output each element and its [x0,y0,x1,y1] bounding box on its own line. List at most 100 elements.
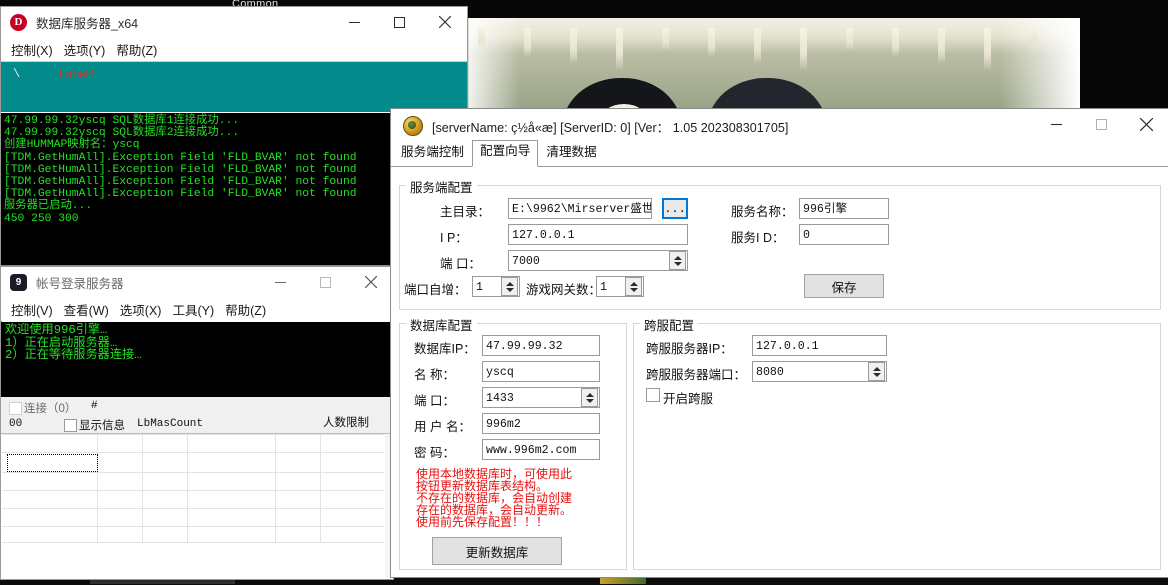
win3-window-controls[interactable] [1034,109,1168,139]
browse-button[interactable]: ... [662,198,688,219]
win1-banner-backslash: \ [13,67,21,81]
update-database-button[interactable]: 更新数据库 [432,537,562,565]
menu-help[interactable]: 帮助(Z) [116,38,168,61]
app-coin-icon [403,116,423,136]
limit-label: 人数限制 [323,417,369,429]
db-group-legend: 数据库配置 [406,315,477,334]
win2-title: 帐号登录服务器 [36,276,124,291]
wallpaper-drip [524,28,531,57]
tab-clean-data[interactable]: 清理数据 [538,141,605,166]
console-line: 2）正在等待服务器连接… [5,348,142,363]
close-icon[interactable] [422,7,467,37]
service-name-input[interactable]: 996引擎 [799,198,889,219]
cross-port-input[interactable]: 8080 [752,361,887,382]
wallpaper-drip [938,28,945,64]
port-label: 端 口： [440,257,481,271]
menu-control[interactable]: 控制(V) [11,298,64,321]
wallpaper-drip [800,28,807,71]
maximize-icon[interactable] [377,7,422,37]
db-password-input[interactable]: www.996m2.com [482,439,600,460]
menu-options[interactable]: 选项(X) [120,298,173,321]
menu-options[interactable]: 选项(Y) [64,38,117,61]
db-port-label: 端 口： [414,394,455,408]
login-server-icon: 9 [10,273,27,291]
win1-titlebar[interactable]: D 数据库服务器_x64 [1,7,467,37]
maximize-icon[interactable] [1079,109,1124,139]
db-name-input[interactable]: yscq [482,361,600,382]
close-icon[interactable] [1124,109,1168,139]
close-icon[interactable] [348,267,393,297]
win2-menubar[interactable]: 控制(V) 查看(W) 选项(X) 工具(Y) 帮助(Z) [1,297,393,321]
server-config-window[interactable]: [serverName: ç½å«æ] [ServerID: 0] [Ver： … [390,108,1168,578]
main-dir-input[interactable]: E:\9962\Mirserver盛世\ [508,198,652,219]
wallpaper-drip [754,28,761,64]
connection-table[interactable] [2,434,384,577]
win1-menubar[interactable]: 控制(X) 选项(Y) 帮助(Z) [1,37,467,61]
win2-console-output: 欢迎使用996引擎… 1）正在启动服务器… 2）正在等待服务器连接… [1,321,393,397]
database-config-group: 数据库配置 数据库IP： 47.99.99.32 名 称： yscq 端 口： … [399,315,627,570]
main-dir-label: 主目录： [440,205,491,219]
port-step-label: 端口自增： [404,283,467,297]
win3-titlebar[interactable]: [serverName: ç½å«æ] [ServerID: 0] [Ver： … [391,109,1168,144]
server-config-group: 服务端配置 主目录： E:\9962\Mirserver盛世\ ... I P：… [399,177,1161,310]
service-id-label: 服务I D： [731,231,785,245]
db-ip-label: 数据库IP： [414,342,476,356]
cross-port-label: 跨服服务器端口： [646,368,747,382]
connect-label: 连接（0） [24,403,77,415]
port-spinner[interactable] [669,251,686,270]
config-tabs[interactable]: 服务端控制 配置向导 清理数据 [391,140,1168,167]
db-user-label: 用 户 名： [414,420,471,434]
db-pwd-label: 密 码： [414,446,455,460]
wallpaper-drip [662,28,669,50]
minimize-icon[interactable] [332,7,377,37]
win2-window-controls[interactable] [258,267,393,297]
menu-view[interactable]: 查看(W) [64,298,120,321]
service-id-input[interactable]: 0 [799,224,889,245]
cross-port-spinner[interactable] [868,362,885,381]
gateway-spinner[interactable] [625,277,642,296]
save-button[interactable]: 保存 [804,274,884,298]
db-user-input[interactable]: 996m2 [482,413,600,434]
wallpaper-drip [478,28,485,50]
db-name-label: 名 称： [414,368,455,382]
db-port-spinner[interactable] [581,388,598,407]
table-selected-cell[interactable] [7,454,98,472]
wallpaper-drip [570,28,577,64]
menu-help[interactable]: 帮助(Z) [225,298,277,321]
gateway-label: 游戏网关数： [526,283,602,297]
win3-title: [serverName: ç½å«æ] [ServerID: 0] [Ver： … [432,120,789,135]
enable-cross-checkbox[interactable] [646,388,660,406]
win2-toolbar: 连接（0） # 人数限制 00 显示信息 LbMasCount [1,397,393,434]
port-input[interactable]: 7000 [508,250,688,271]
win2-titlebar[interactable]: 9 帐号登录服务器 [1,267,393,297]
connect-checkbox[interactable] [9,401,22,419]
service-name-label: 服务名称： [731,205,794,219]
lbmascount-label: LbMasCount [137,418,204,430]
db-ip-input[interactable]: 47.99.99.32 [482,335,600,356]
wallpaper-drip [984,28,991,71]
win1-banner-label4: Label4 [59,67,96,81]
ip-input[interactable]: 127.0.0.1 [508,224,688,245]
tab-config-wizard[interactable]: 配置向导 [471,140,539,167]
show-info-label: 显示信息 [79,420,125,432]
hash-label: # [91,400,98,412]
maximize-icon[interactable] [303,267,348,297]
cross-group-legend: 跨服配置 [640,315,699,334]
cross-ip-label: 跨服服务器IP： [646,342,733,356]
wallpaper-drip [1030,28,1037,50]
win1-window-controls[interactable] [332,7,467,37]
count-value: 00 [9,418,23,430]
minimize-icon[interactable] [1034,109,1079,139]
win1-title: 数据库服务器_x64 [36,16,139,31]
account-login-server-window[interactable]: 9 帐号登录服务器 控制(V) 查看(W) 选项(X) 工具(Y) 帮助(Z) … [0,266,394,580]
config-wizard-panel: 服务端配置 主目录： E:\9962\Mirserver盛世\ ... I P：… [391,167,1168,576]
menu-control[interactable]: 控制(X) [11,38,64,61]
server-group-legend: 服务端配置 [406,177,477,196]
wallpaper-drip [616,28,623,71]
cross-ip-input[interactable]: 127.0.0.1 [752,335,887,356]
port-step-spinner[interactable] [501,277,518,296]
minimize-icon[interactable] [258,267,303,297]
cross-server-config-group: 跨服配置 跨服服务器IP： 127.0.0.1 跨服服务器端口： 8080 开启… [633,315,1161,570]
tab-server-control[interactable]: 服务端控制 [393,141,472,166]
menu-tools[interactable]: 工具(Y) [172,298,225,321]
